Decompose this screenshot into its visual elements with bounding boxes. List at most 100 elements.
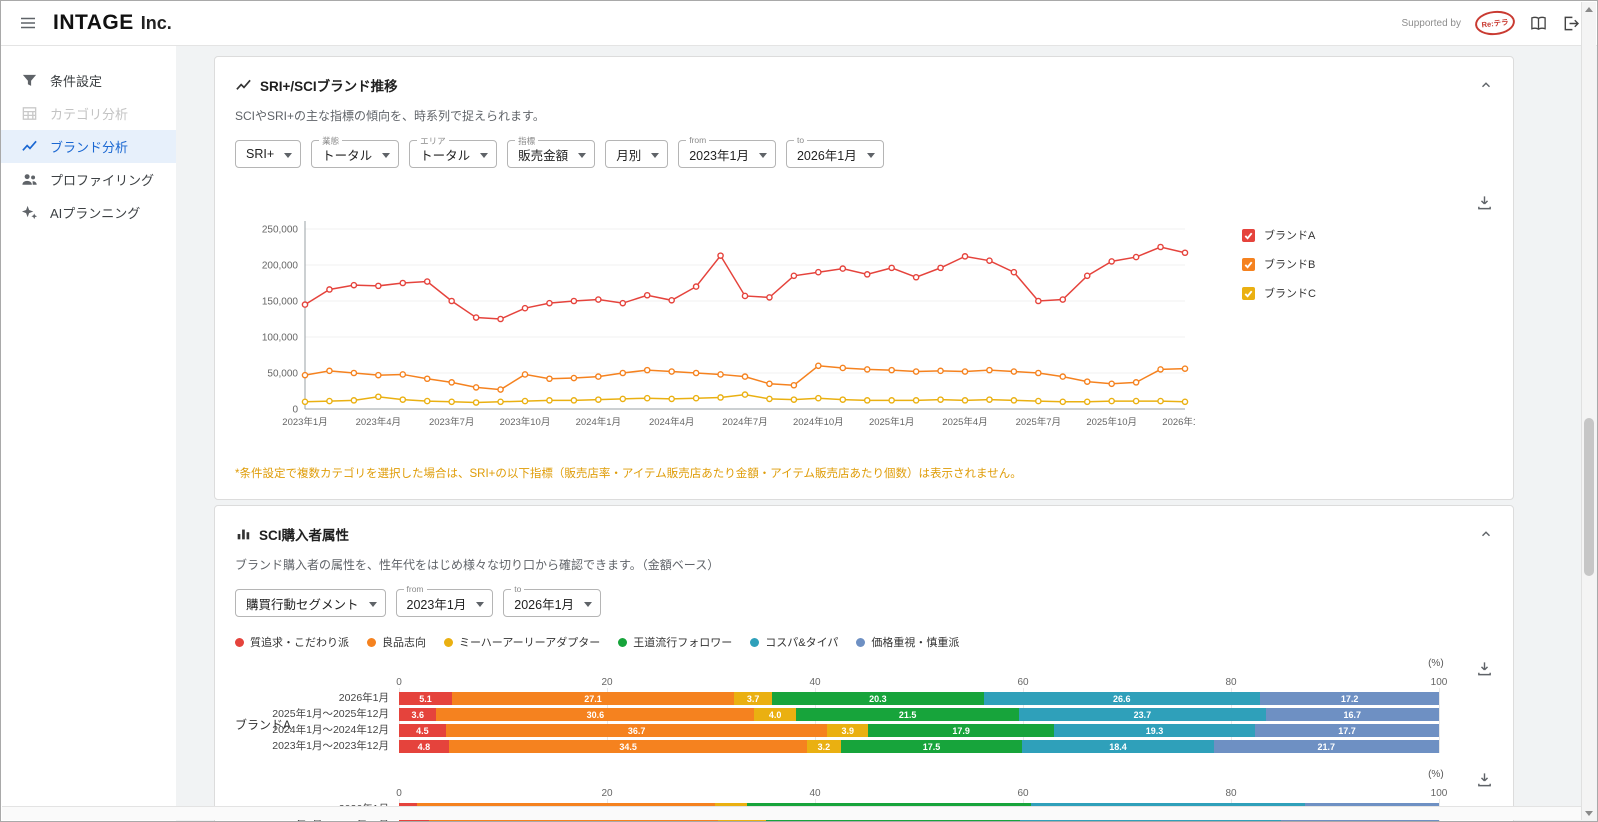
bar-segment[interactable]: 30.6	[436, 708, 755, 721]
bar-segment[interactable]: 17.5	[840, 740, 1023, 753]
bar-segment-value: 20.3	[869, 693, 887, 704]
attr-filter-dropdown-2[interactable]: to 2026年1月	[503, 584, 602, 617]
bar-segment[interactable]: 3.2	[807, 740, 841, 753]
bar-segment-value: 4.8	[417, 741, 431, 752]
bar-row: 2024年1月～2024年12月 4.5 36.7 3.9 17.9 19.3 17.7	[235, 724, 1493, 737]
bar-segment-value: 16.7	[1343, 709, 1362, 720]
series-legend-item[interactable]: ブランドA	[1242, 227, 1316, 243]
header-actions: Supported by Re:テラ	[1402, 8, 1579, 38]
bar-segment-value: 3.7	[746, 693, 760, 704]
checkbox-checked-icon[interactable]	[1242, 257, 1255, 271]
svg-text:0: 0	[292, 405, 298, 416]
bar-segment[interactable]: 36.7	[445, 724, 828, 737]
sidebar-item-brand[interactable]: ブランド分析	[1, 130, 176, 163]
trend-card-header: SRI+/SCIブランド推移	[235, 75, 1493, 95]
bar-segment[interactable]: 17.9	[868, 724, 1055, 737]
app-window: INTAGE Inc. Supported by Re:テラ 条件設定 カテゴリ分…	[0, 0, 1598, 822]
manual-book-icon[interactable]	[1529, 15, 1548, 32]
logout-icon[interactable]	[1562, 15, 1579, 32]
bar-segment[interactable]: 4.0	[754, 708, 796, 721]
segment-legend-item: 王道流行フォロワー	[618, 634, 732, 650]
logo-text-main: INTAGE	[53, 11, 134, 34]
bar-segment-value: 4.5	[416, 725, 429, 736]
segment-legend-label: コスパ&タイパ	[765, 637, 839, 649]
sidebar-item-profiling[interactable]: プロファイリング	[1, 163, 176, 196]
trend-chart-area: 0 50,000 100,000 150,000 200,000 250,000 2023年…	[235, 213, 1493, 435]
attr-filter-dropdown-1[interactable]: from 2023年1月	[395, 584, 494, 617]
chevron-down-icon	[476, 602, 485, 607]
bar-rows: 2026年1月 5.1 27.1 3.7 20.3 26.6 17.2 2025年1月～202…	[235, 688, 1493, 753]
trend-filter-dropdown-0[interactable]: SRI+	[235, 140, 302, 168]
bar-segment[interactable]: 19.3	[1054, 724, 1255, 737]
bar-segment[interactable]: 4.8	[399, 740, 449, 753]
bar-segment-value: 30.6	[586, 709, 605, 720]
series-legend-item[interactable]: ブランドB	[1242, 256, 1316, 272]
vertical-scrollbar[interactable]	[1581, 2, 1596, 820]
bar-axis: (%) 0 20 40 60 80 100	[235, 769, 1493, 799]
bar-segment[interactable]: 17.2	[1260, 692, 1440, 705]
bar-segment[interactable]: 5.1	[399, 692, 453, 705]
bar-segment[interactable]: 21.7	[1213, 740, 1439, 753]
bar-track: 3.6 30.6 4.0 21.5 23.7 16.7	[399, 708, 1439, 721]
bottom-window-strip	[2, 806, 1581, 820]
segment-legend-item: コスパ&タイパ	[750, 634, 838, 650]
svg-text:2025年4月: 2025年4月	[942, 416, 987, 428]
bar-segment-value: 21.7	[1317, 741, 1336, 752]
bar-segment[interactable]: 20.3	[772, 692, 984, 705]
bar-segment-value: 3.6	[411, 709, 424, 720]
trend-filter-dropdown-1[interactable]: 業態 トータル	[311, 135, 400, 168]
chevron-down-icon	[651, 153, 660, 158]
checkbox-checked-icon[interactable]	[1242, 286, 1255, 300]
segment-legend-dot	[235, 637, 244, 647]
bar-segment[interactable]: 27.1	[452, 692, 734, 705]
trend-filter-dropdown-3[interactable]: 指標 販売金額	[507, 135, 596, 168]
bar-segment[interactable]: 34.5	[448, 740, 808, 753]
trend-filter-dropdown-6[interactable]: to 2026年1月	[785, 135, 884, 168]
scroll-up-arrow[interactable]	[1582, 2, 1596, 16]
series-legend-item[interactable]: ブランドC	[1242, 285, 1316, 301]
segment-legend-dot	[856, 637, 866, 647]
attribute-card: SCI購入者属性 ブランド購入者の属性を、性年代をはじめ様々な切り口から確認でき…	[214, 505, 1514, 821]
svg-text:150,000: 150,000	[262, 297, 299, 308]
bar-track: 4.5 36.7 3.9 17.9 19.3 17.7	[399, 724, 1439, 737]
main-content: SRI+/SCIブランド推移 SCIやSRI+の主な指標の傾向を、時系列で捉えら…	[176, 46, 1597, 821]
sidebar-item-ai-planning[interactable]: AIプランニング	[1, 196, 176, 229]
sidebar-item-conditions[interactable]: 条件設定	[1, 64, 176, 97]
bar-segment[interactable]: 18.4	[1022, 740, 1214, 753]
sparkle-icon	[21, 204, 38, 221]
bar-segment-value: 21.5	[898, 709, 917, 720]
series-legend-label: ブランドA	[1264, 230, 1316, 242]
bar-chart-block-0: (%) 0 20 40 60 80 100 2026年1月 5.1 27.1 3.7 20.3 26.6…	[235, 658, 1493, 753]
chevron-down-icon	[382, 153, 391, 158]
checkbox-checked-icon[interactable]	[1242, 228, 1255, 242]
collapse-chevron-up-icon[interactable]	[1479, 78, 1493, 92]
bar-segment[interactable]: 3.7	[733, 692, 773, 705]
chevron-down-icon	[584, 602, 593, 607]
trend-filter-dropdown-4[interactable]: 月別	[605, 140, 669, 168]
bar-segment[interactable]: 26.6	[983, 692, 1261, 705]
segment-legend-label: 王道流行フォロワー	[633, 637, 733, 649]
svg-text:2025年10月: 2025年10月	[1086, 416, 1137, 428]
sidebar-item-category: カテゴリ分析	[1, 97, 176, 130]
trend-filter-dropdown-5[interactable]: from 2023年1月	[678, 135, 776, 168]
segment-legend-label: 質追求・こだわり派	[250, 637, 349, 649]
attr-filter-dropdown-0[interactable]: 購買行動セグメント	[235, 589, 386, 617]
scrollbar-thumb[interactable]	[1584, 418, 1594, 576]
menu-icon[interactable]	[19, 14, 37, 32]
filter-selected-value: 購買行動セグメント	[246, 597, 359, 612]
download-icon[interactable]	[1476, 194, 1493, 211]
trend-filter-dropdown-2[interactable]: エリア トータル	[409, 135, 498, 168]
scroll-down-arrow[interactable]	[1582, 806, 1596, 820]
trend-card: SRI+/SCIブランド推移 SCIやSRI+の主な指標の傾向を、時系列で捉えら…	[214, 56, 1514, 500]
bar-segment[interactable]: 21.5	[795, 708, 1020, 721]
bar-segment[interactable]: 4.5	[399, 724, 446, 737]
line-series-2	[301, 391, 1189, 406]
segment-legend-item: ミーハーアーリーアダプター	[444, 634, 600, 650]
collapse-chevron-up-icon[interactable]	[1479, 527, 1493, 541]
axis-tick-label: 20	[601, 788, 613, 799]
bar-segment[interactable]: 3.9	[827, 724, 869, 737]
bar-segment[interactable]: 23.7	[1019, 708, 1266, 721]
bar-segment[interactable]: 17.7	[1254, 724, 1439, 737]
bar-segment[interactable]: 3.6	[399, 708, 437, 721]
bar-segment[interactable]: 16.7	[1265, 708, 1439, 721]
